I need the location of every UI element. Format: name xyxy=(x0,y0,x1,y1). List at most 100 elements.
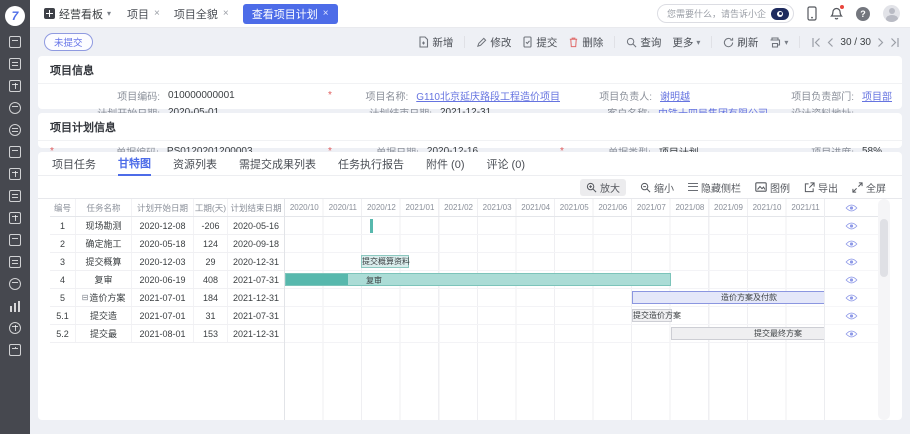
timeline-row xyxy=(285,235,824,253)
query-button[interactable]: 查询 xyxy=(626,35,661,50)
divider xyxy=(614,36,615,48)
tools-icon[interactable] xyxy=(9,344,21,356)
document-icon[interactable] xyxy=(9,58,21,70)
prev-page-icon[interactable] xyxy=(827,37,834,48)
eye-icon[interactable] xyxy=(845,312,858,320)
detail-tabs: 项目任务 甘特图 资源列表 需提交成果列表 任务执行报告 附件 (0) 评论 (… xyxy=(38,152,902,176)
idcard-icon[interactable] xyxy=(9,168,21,180)
tab-task-report[interactable]: 任务执行报告 xyxy=(338,152,404,176)
tab-comments[interactable]: 评论 (0) xyxy=(487,152,526,176)
gantt-bar-summary[interactable]: 造价方案及付款 xyxy=(632,291,824,304)
eye-icon[interactable] xyxy=(845,204,858,212)
timeline-row: 提交最终方案 xyxy=(285,325,824,343)
close-icon[interactable]: × xyxy=(323,8,329,19)
approval-icon[interactable] xyxy=(9,102,21,114)
history-icon[interactable] xyxy=(9,322,21,334)
tasks-icon[interactable] xyxy=(9,80,21,92)
board-icon[interactable] xyxy=(9,36,21,48)
avatar[interactable] xyxy=(883,5,900,22)
tab-resource-list[interactable]: 资源列表 xyxy=(173,152,217,176)
table-row[interactable]: 2确定施工2020-05-181242020-09-18 xyxy=(50,235,284,253)
project-dept-link[interactable]: 项目部 xyxy=(862,88,892,103)
pager-count: 30 / 30 xyxy=(840,37,871,48)
close-icon[interactable]: × xyxy=(223,8,229,19)
last-page-icon[interactable] xyxy=(890,37,900,48)
chevron-down-icon: ▾ xyxy=(696,38,700,47)
eye-icon[interactable] xyxy=(845,222,858,230)
project-name-link[interactable]: G110北京延庆路段工程造价项目 xyxy=(416,88,560,103)
action-toolbar: 未提交 新增 修改 提交 删除 查询 xyxy=(30,29,910,55)
tab-project-tasks[interactable]: 项目任务 xyxy=(52,152,96,176)
edit-button[interactable]: 修改 xyxy=(476,35,511,50)
export-button[interactable]: 导出 xyxy=(804,180,838,195)
eye-icon[interactable] xyxy=(845,294,858,302)
gantt-task-table: 编号 任务名称 计划开始日期 工期(天) 计划结束日期 1现场勘测2020-12… xyxy=(50,199,284,420)
eye-icon[interactable] xyxy=(845,240,858,248)
col-header-name: 任务名称 xyxy=(76,199,132,216)
project-manager-link[interactable]: 谢明越 xyxy=(660,88,690,103)
table-row[interactable]: 3提交概算2020-12-03292020-12-31 xyxy=(50,253,284,271)
tab-deliverables[interactable]: 需提交成果列表 xyxy=(239,152,316,176)
eye-icon[interactable] xyxy=(845,258,858,266)
help-icon[interactable]: ? xyxy=(856,7,870,21)
legend-button[interactable]: 图例 xyxy=(755,180,790,195)
eye-icon[interactable] xyxy=(845,276,858,284)
add-button[interactable]: 新增 xyxy=(418,35,453,50)
workspace-switcher[interactable]: 经营看板 ▾ xyxy=(44,6,111,22)
table-row[interactable]: 1现场勘测2020-12-08-2062020-05-16 xyxy=(50,217,284,235)
fullscreen-button[interactable]: 全屏 xyxy=(852,180,886,195)
assistant-input[interactable]: 您需要什么，请告诉小企 xyxy=(657,4,794,23)
refresh-button[interactable]: 刷新 xyxy=(723,35,758,50)
gantt-bar-progress xyxy=(286,274,348,285)
apps-icon[interactable] xyxy=(9,212,21,224)
zoom-out-button[interactable]: 缩小 xyxy=(640,180,674,195)
legend-image-icon xyxy=(755,182,767,192)
collapse-icon[interactable]: ⊟ xyxy=(82,293,89,302)
gantt-bar-final-plan[interactable]: 提交最终方案 xyxy=(671,327,824,340)
vertical-scrollbar[interactable] xyxy=(878,199,890,420)
app-logo[interactable]: 7 xyxy=(5,6,25,26)
report-icon[interactable] xyxy=(9,256,21,268)
printer-icon xyxy=(769,37,781,48)
briefcase-icon[interactable] xyxy=(9,146,21,158)
table-row[interactable]: 5.2提交最2021-08-011532021-12-31 xyxy=(50,325,284,343)
shield-icon[interactable] xyxy=(9,124,21,136)
tab-project[interactable]: 项目 × xyxy=(127,6,160,22)
zoom-in-button[interactable]: 放大 xyxy=(580,179,626,196)
next-page-icon[interactable] xyxy=(877,37,884,48)
tab-project-overview[interactable]: 项目全貌 × xyxy=(174,6,229,22)
gantt-bar-estimate[interactable]: 提交概算资料 xyxy=(361,255,409,268)
table-row[interactable]: 5.1提交造2021-07-01312021-07-31 xyxy=(50,307,284,325)
scrollbar-thumb[interactable] xyxy=(880,219,888,277)
bell-icon[interactable] xyxy=(830,7,843,21)
tab-attachments[interactable]: 附件 (0) xyxy=(426,152,465,176)
calendar-icon[interactable] xyxy=(9,190,21,202)
detail-card: 项目任务 甘特图 资源列表 需提交成果列表 任务执行报告 附件 (0) 评论 (… xyxy=(38,152,902,420)
print-button[interactable]: ▾ xyxy=(769,37,788,48)
eye-icon[interactable] xyxy=(845,330,858,338)
tab-view-project-plan[interactable]: 查看项目计划 × xyxy=(243,4,338,24)
gantt-bar-milestone[interactable] xyxy=(370,219,373,233)
field-label: 项目编码: xyxy=(50,88,160,103)
col-header-start: 计划开始日期 xyxy=(132,199,194,216)
hamburger-icon xyxy=(688,183,698,191)
gantt-bar-review[interactable]: 复审 xyxy=(285,273,671,286)
chart-icon[interactable] xyxy=(9,300,21,312)
gantt-bar-submit-price[interactable]: 提交造价方案 xyxy=(632,309,672,322)
required-marker: * xyxy=(328,90,332,101)
close-icon[interactable]: × xyxy=(154,8,160,19)
hide-sidebar-button[interactable]: 隐藏侧栏 xyxy=(688,180,741,195)
submit-button[interactable]: 提交 xyxy=(522,35,557,50)
first-page-icon[interactable] xyxy=(811,37,821,48)
phone-icon[interactable] xyxy=(807,6,817,21)
delete-button[interactable]: 删除 xyxy=(568,35,603,50)
gear-icon[interactable] xyxy=(9,278,21,290)
more-button[interactable]: 更多 ▾ xyxy=(672,35,700,50)
finance-icon[interactable] xyxy=(9,234,21,246)
table-row[interactable]: 4复审2020-06-194082021-07-31 xyxy=(50,271,284,289)
table-row[interactable]: 5 ⊟造价方案 2021-07-011842021-12-31 xyxy=(50,289,284,307)
trash-icon xyxy=(568,36,579,48)
plan-info-title: 项目计划信息 xyxy=(38,113,902,141)
tab-gantt[interactable]: 甘特图 xyxy=(118,152,151,176)
assistant-eye-toggle[interactable] xyxy=(771,8,789,20)
